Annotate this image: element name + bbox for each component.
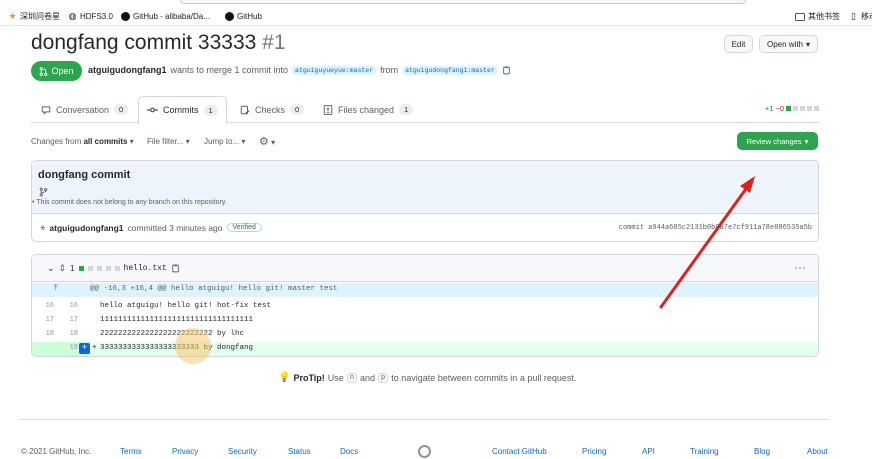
arrow-shaft: [659, 184, 750, 309]
annotation-arrow: [659, 176, 755, 309]
arrow-head: [740, 176, 755, 193]
